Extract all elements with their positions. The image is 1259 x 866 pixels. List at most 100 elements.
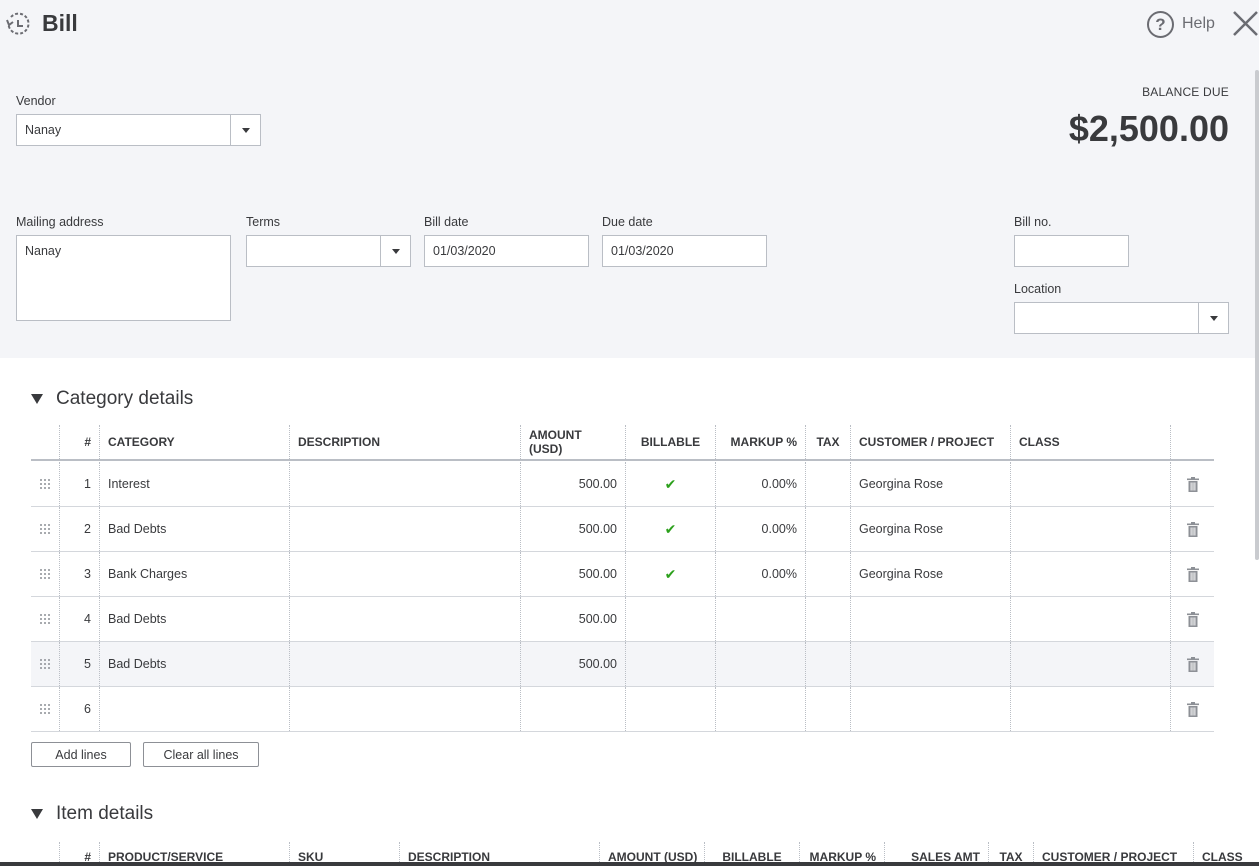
recent-transactions-icon[interactable] [4, 11, 32, 39]
drag-handle-icon[interactable] [31, 597, 60, 641]
table-row[interactable]: 6 [31, 687, 1214, 732]
row-customer-project[interactable]: Georgina Rose [851, 552, 1011, 596]
row-customer-project[interactable]: Georgina Rose [851, 507, 1011, 551]
row-amount[interactable]: 500.00 [521, 552, 626, 596]
drag-handle-icon[interactable] [31, 552, 60, 596]
row-class[interactable] [1011, 687, 1171, 731]
row-class[interactable] [1011, 462, 1171, 506]
row-tax[interactable] [806, 642, 851, 686]
row-description[interactable] [290, 462, 521, 506]
clear-all-lines-button[interactable]: Clear all lines [143, 742, 259, 767]
row-billable-check-icon[interactable]: ✔ [626, 552, 716, 596]
row-markup[interactable]: 0.00% [716, 552, 806, 596]
drag-handle-icon[interactable] [31, 642, 60, 686]
row-category[interactable]: Interest [100, 462, 290, 506]
col-tax: TAX [806, 425, 851, 459]
row-description[interactable] [290, 552, 521, 596]
row-tax[interactable] [806, 507, 851, 551]
drag-handle-icon[interactable] [31, 687, 60, 731]
row-category[interactable]: Bad Debts [100, 597, 290, 641]
row-class[interactable] [1011, 642, 1171, 686]
row-category[interactable]: Bad Debts [100, 642, 290, 686]
category-details-title: Category details [56, 388, 194, 409]
col-amount: AMOUNT (USD) [521, 425, 626, 459]
chevron-down-icon[interactable] [1198, 303, 1228, 333]
trash-icon[interactable] [1171, 462, 1214, 506]
balance-due-amount: $2,500.00 [1068, 108, 1229, 149]
help-icon[interactable]: ? [1147, 11, 1174, 38]
row-class[interactable] [1011, 597, 1171, 641]
col-class: CLASS [1011, 425, 1171, 459]
row-description[interactable] [290, 597, 521, 641]
category-table-header: # CATEGORY DESCRIPTION AMOUNT (USD) BILL… [31, 425, 1214, 461]
row-markup[interactable] [716, 687, 806, 731]
table-row[interactable]: 5 Bad Debts 500.00 [31, 642, 1214, 687]
mailing-address-label: Mailing address [16, 215, 104, 229]
due-date-field[interactable]: 01/03/2020 [602, 235, 767, 267]
row-tax[interactable] [806, 687, 851, 731]
row-markup[interactable] [716, 597, 806, 641]
row-num: 2 [60, 507, 100, 551]
vendor-select[interactable]: Nanay [16, 114, 261, 146]
table-row[interactable]: 4 Bad Debts 500.00 [31, 597, 1214, 642]
row-category[interactable]: Bad Debts [100, 507, 290, 551]
row-customer-project[interactable]: Georgina Rose [851, 462, 1011, 506]
row-billable-check-icon[interactable] [626, 597, 716, 641]
row-tax[interactable] [806, 597, 851, 641]
row-amount[interactable]: 500.00 [521, 462, 626, 506]
row-class[interactable] [1011, 507, 1171, 551]
row-amount[interactable]: 500.00 [521, 642, 626, 686]
row-billable-check-icon[interactable] [626, 687, 716, 731]
col-customer-project: CUSTOMER / PROJECT [851, 425, 1011, 459]
bill-date-field[interactable]: 01/03/2020 [424, 235, 589, 267]
row-customer-project[interactable] [851, 597, 1011, 641]
drag-handle-icon[interactable] [31, 507, 60, 551]
terms-select[interactable] [246, 235, 411, 267]
chevron-down-icon[interactable] [380, 236, 410, 266]
chevron-down-icon[interactable] [230, 115, 260, 145]
drag-handle-icon[interactable] [31, 462, 60, 506]
table-row[interactable]: 1 Interest 500.00 ✔ 0.00% Georgina Rose [31, 462, 1214, 507]
row-markup[interactable]: 0.00% [716, 507, 806, 551]
bottom-edge [0, 862, 1259, 866]
row-billable-check-icon[interactable]: ✔ [626, 462, 716, 506]
location-select[interactable] [1014, 302, 1229, 334]
row-tax[interactable] [806, 552, 851, 596]
trash-icon[interactable] [1171, 642, 1214, 686]
trash-icon[interactable] [1171, 552, 1214, 596]
row-description[interactable] [290, 507, 521, 551]
bill-no-field[interactable] [1014, 235, 1129, 267]
drag-column-header [31, 425, 60, 459]
row-category[interactable] [100, 687, 290, 731]
row-amount[interactable]: 500.00 [521, 597, 626, 641]
row-description[interactable] [290, 687, 521, 731]
table-row[interactable]: 3 Bank Charges 500.00 ✔ 0.00% Georgina Rose [31, 552, 1214, 597]
row-class[interactable] [1011, 552, 1171, 596]
row-billable-check-icon[interactable]: ✔ [626, 507, 716, 551]
row-markup[interactable]: 0.00% [716, 462, 806, 506]
scrollbar[interactable] [1255, 70, 1259, 560]
row-category[interactable]: Bank Charges [100, 552, 290, 596]
row-customer-project[interactable] [851, 687, 1011, 731]
close-icon[interactable] [1232, 10, 1259, 37]
col-description: DESCRIPTION [290, 425, 521, 459]
item-details-toggle[interactable]: Item details [31, 803, 153, 825]
trash-icon[interactable] [1171, 507, 1214, 551]
page-title: Bill [42, 10, 78, 36]
row-description[interactable] [290, 642, 521, 686]
row-customer-project[interactable] [851, 642, 1011, 686]
row-tax[interactable] [806, 462, 851, 506]
row-amount[interactable]: 500.00 [521, 507, 626, 551]
vendor-label: Vendor [16, 94, 56, 108]
add-lines-button[interactable]: Add lines [31, 742, 131, 767]
help-link[interactable]: Help [1182, 15, 1215, 33]
col-billable: BILLABLE [626, 425, 716, 459]
row-amount[interactable] [521, 687, 626, 731]
trash-icon[interactable] [1171, 687, 1214, 731]
category-details-toggle[interactable]: Category details [31, 388, 193, 410]
mailing-address-field[interactable]: Nanay [16, 235, 231, 321]
row-billable-check-icon[interactable] [626, 642, 716, 686]
trash-icon[interactable] [1171, 597, 1214, 641]
row-markup[interactable] [716, 642, 806, 686]
table-row[interactable]: 2 Bad Debts 500.00 ✔ 0.00% Georgina Rose [31, 507, 1214, 552]
